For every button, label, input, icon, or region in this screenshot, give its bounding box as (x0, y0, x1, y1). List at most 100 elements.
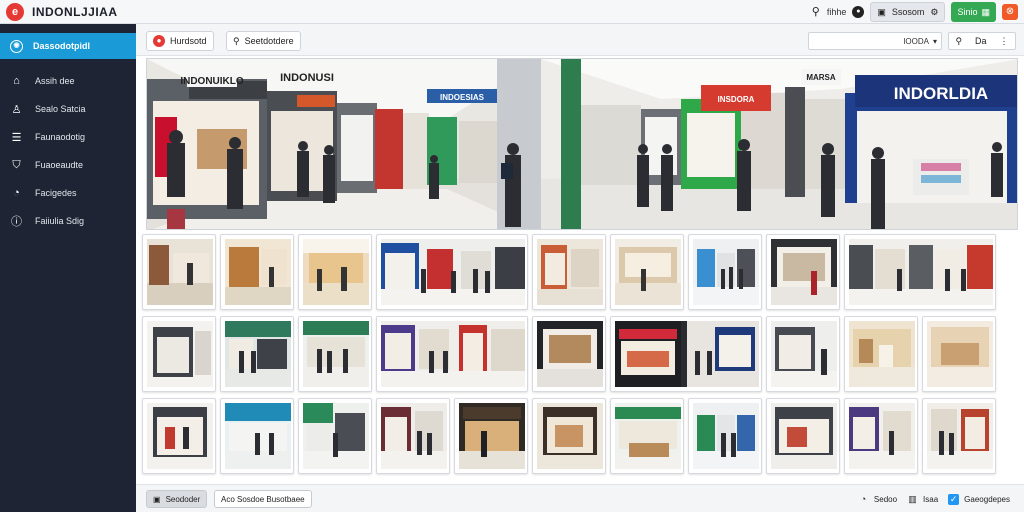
hero-right-store-sign: INDORLDIA (894, 84, 988, 103)
sidebar-active-label: Dassodotpidl (33, 41, 91, 51)
search-icon: ⚲ (233, 35, 240, 46)
sidebar-item-user[interactable]: ♙ Sealo Satcia (0, 98, 136, 120)
sidebar: ◉ Dassodotpidl ⌂ Assih dee ♙ Sealo Satci… (0, 24, 136, 512)
thumbnail-wide[interactable] (610, 316, 762, 392)
thumbnail[interactable] (844, 316, 918, 392)
sidebar-item-label: Faunaodotig (35, 132, 86, 142)
search-value: IOODA (903, 36, 929, 46)
hero-left-center-sign: INDOESIAS (440, 93, 485, 102)
sidebar-item-shield[interactable]: ⛉ Fuaoeaudte (0, 154, 136, 176)
thumbnail[interactable] (298, 316, 372, 392)
user-label: fihhe (826, 7, 847, 17)
gear-icon[interactable]: ⚙ (930, 7, 938, 18)
thumbnail[interactable] (766, 316, 840, 392)
right-footer-button[interactable]: Aco Sosdoe Busotbaee (214, 490, 312, 508)
thumbnail[interactable] (688, 234, 762, 310)
thumbnail[interactable] (688, 398, 762, 474)
hero-right-red-sign: INSDORA (718, 95, 755, 104)
thumbnail[interactable] (298, 398, 372, 474)
thumbnail-wide[interactable] (844, 234, 996, 310)
thumbnail[interactable] (766, 398, 840, 474)
thumbnail[interactable] (922, 398, 996, 474)
footer-link[interactable]: ✓ Gaeogdepes (948, 493, 1010, 505)
green-action-button[interactable]: Sinio ▦ (951, 2, 996, 22)
right-footer-label: Aco Sosdoe Busotbaee (221, 494, 305, 504)
footer-link-label: Isaa (923, 494, 939, 504)
sidebar-item-label: Fuaoeaudte (35, 160, 84, 170)
monitor-label: Ssosom (891, 7, 925, 17)
footer-link[interactable]: ◔ Sedoo (858, 494, 897, 505)
hero-left-photo: INDONUIKLO INDONUSI INDOESIAS (147, 59, 541, 229)
thumbnail[interactable] (142, 234, 216, 310)
secondary-toolbar-label: Seetdotdere (244, 36, 294, 46)
footer-link-label: Sedoo (873, 494, 898, 504)
image-icon[interactable]: ⚲ (955, 36, 962, 47)
sidebar-item-gauge[interactable]: ◔ Facigedes (0, 182, 136, 204)
thumbnail[interactable] (454, 398, 528, 474)
user-menu[interactable]: ⚲ fihhe (809, 5, 847, 19)
view-label: Da (975, 36, 987, 46)
chevron-down-icon: ▾ (932, 36, 937, 46)
green-action-label: Sinio (957, 7, 978, 17)
footer-link-label: Gaeogdepes (964, 494, 1010, 504)
thumbnail[interactable] (922, 316, 996, 392)
app-title: INDONLJJIAA (32, 5, 118, 19)
view-controls[interactable]: ⚲ Da ⋮ (948, 32, 1016, 50)
chart-icon: ▥ (908, 493, 917, 504)
thumbnail[interactable] (532, 234, 606, 310)
dashboard-icon: ◉ (10, 39, 23, 53)
hero-image[interactable]: INDONUIKLO INDONUSI INDOESIAS INSDORA MA… (146, 58, 1018, 230)
thumbnail[interactable] (532, 316, 606, 392)
hero-right-photo: INSDORA MARSA INDORLDIA (541, 59, 1017, 229)
user-icon: ♙ (11, 103, 22, 116)
thumbnail[interactable] (142, 316, 216, 392)
thumbnail[interactable] (844, 398, 918, 474)
thumbnail-wide[interactable] (376, 316, 528, 392)
primary-toolbar-button[interactable]: ● Hurdsotd (146, 31, 214, 51)
secondary-toolbar-button[interactable]: ⚲ Seetdotdere (226, 31, 301, 51)
monitor-group[interactable]: ▣ Ssosom ⚙ (870, 2, 946, 22)
thumbnail[interactable] (610, 398, 684, 474)
sidebar-item-home[interactable]: ⌂ Assih dee (0, 70, 136, 92)
user-search-icon: ⚲ (811, 6, 820, 18)
sidebar-item-list[interactable]: ☰ Faunaodotig (0, 126, 136, 148)
sidebar-item-label: Facigedes (35, 188, 77, 198)
monitor-icon: ▣ (877, 6, 886, 17)
left-footer-button[interactable]: ▣ Seododer (146, 490, 208, 508)
main-content: ● Hurdsotd ⚲ Seetdotdere IOODA ▾ ⚲ Da ⋮ (136, 24, 1024, 512)
shield-icon: ⛉ (12, 158, 21, 171)
thumbnail[interactable] (220, 234, 294, 310)
app-logo-icon: e (6, 3, 24, 21)
thumbnail[interactable] (220, 398, 294, 474)
more-icon[interactable]: ⋮ (999, 36, 1008, 47)
help-icon: ◔ (860, 493, 867, 504)
search-input[interactable]: IOODA ▾ (808, 32, 942, 50)
hero-left-store-sign: INDONUIKLO (180, 76, 244, 87)
footer-link[interactable]: ▥ Isaa (907, 494, 938, 505)
thumbnail[interactable] (766, 234, 840, 310)
sidebar-item-label: Sealo Satcia (35, 104, 86, 114)
thumbnail[interactable] (610, 234, 684, 310)
primary-toolbar-label: Hurdsotd (170, 36, 207, 46)
top-right-controls: ⚲ fihhe ● ▣ Ssosom ⚙ Sinio ▦ ⊗ (809, 2, 1018, 22)
settings-icon[interactable]: ● (852, 6, 865, 18)
close-icon[interactable]: ⊗ (1002, 4, 1018, 20)
list-icon: ☰ (11, 131, 22, 144)
record-icon: ● (153, 35, 165, 47)
thumbnail[interactable] (376, 398, 450, 474)
hero-right-banner: MARSA (806, 73, 836, 82)
sidebar-item-info[interactable]: ⓘ Faiiulia Sdig (0, 210, 136, 232)
thumbnail[interactable] (220, 316, 294, 392)
sidebar-item-label: Faiiulia Sdig (35, 216, 85, 226)
image-icon: ▣ (153, 494, 161, 504)
thumbnail[interactable] (532, 398, 606, 474)
home-icon: ⌂ (13, 75, 20, 87)
thumbnail[interactable] (142, 398, 216, 474)
sidebar-item-active[interactable]: ◉ Dassodotpidl (0, 33, 136, 59)
top-bar: e INDONLJJIAA ⚲ fihhe ● ▣ Ssosom ⚙ Sinio… (0, 0, 1024, 24)
thumbnail-wide[interactable] (376, 234, 528, 310)
toolbar: ● Hurdsotd ⚲ Seetdotdere IOODA ▾ ⚲ Da ⋮ (136, 24, 1024, 56)
footer-links: ◔ Sedoo ▥ Isaa ✓ Gaeogdepes (858, 491, 1010, 507)
thumbnail[interactable] (298, 234, 372, 310)
verified-icon: ✓ (948, 493, 960, 505)
